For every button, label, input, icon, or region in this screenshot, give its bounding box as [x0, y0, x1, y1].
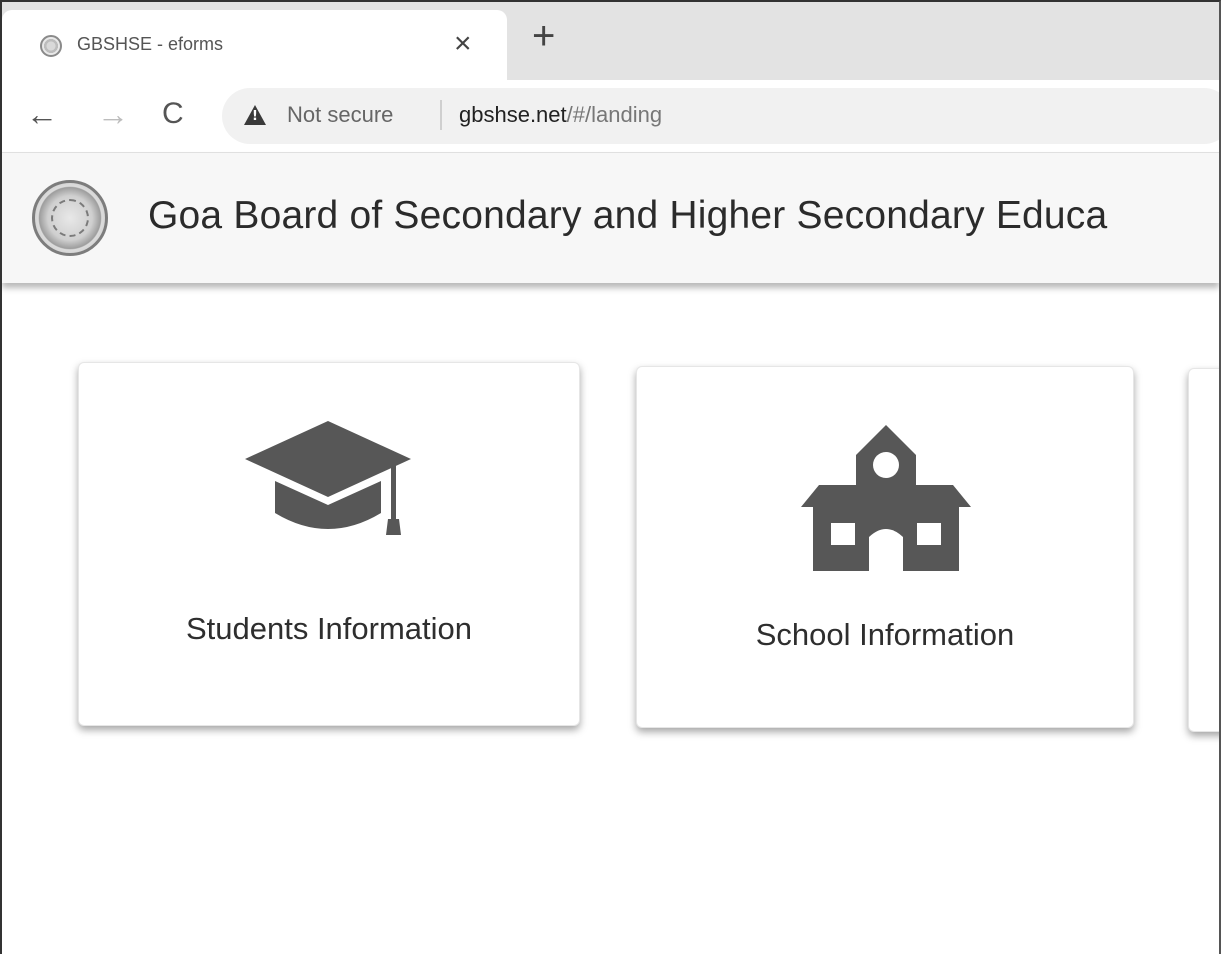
url-text[interactable]: gbshse.net/#/landing: [459, 102, 662, 128]
new-tab-button[interactable]: +: [532, 16, 555, 56]
reload-icon[interactable]: C: [162, 94, 184, 134]
school-information-card[interactable]: School Information: [636, 366, 1134, 728]
security-status[interactable]: Not secure: [287, 102, 393, 128]
board-seal-icon[interactable]: [32, 180, 108, 256]
students-information-card[interactable]: Students Information: [78, 362, 580, 726]
url-path: /#/landing: [566, 102, 663, 127]
url-domain: gbshse.net: [459, 102, 567, 127]
seal-inner-ring: [51, 199, 89, 237]
back-arrow-icon[interactable]: ←: [26, 94, 58, 134]
tab-strip: GBSHSE - eforms × +: [2, 2, 1219, 80]
tab-title: GBSHSE - eforms: [77, 34, 224, 54]
app-header: Goa Board of Secondary and Higher Second…: [2, 153, 1219, 283]
address-divider: [440, 100, 442, 130]
card-label: Students Information: [185, 611, 473, 646]
card-label: School Information: [755, 617, 1015, 652]
warning-triangle-icon[interactable]: [244, 105, 266, 125]
site-seal-icon: [40, 35, 62, 57]
browser-window: GBSHSE - eforms × + ← → C Not secure gbs…: [0, 0, 1221, 954]
partial-card[interactable]: [1188, 368, 1219, 732]
school-building-icon: [801, 425, 971, 571]
browser-toolbar: ← → C Not secure gbshse.net/#/landing: [2, 80, 1219, 153]
address-bar[interactable]: Not secure gbshse.net/#/landing: [222, 88, 1219, 144]
close-tab-icon[interactable]: ×: [454, 29, 472, 59]
page-title: Goa Board of Secondary and Higher Second…: [148, 194, 1108, 237]
graduation-cap-icon: [245, 421, 411, 535]
forward-arrow-icon[interactable]: →: [97, 94, 129, 134]
tab-gbshse-eforms[interactable]: GBSHSE - eforms ×: [2, 10, 507, 80]
